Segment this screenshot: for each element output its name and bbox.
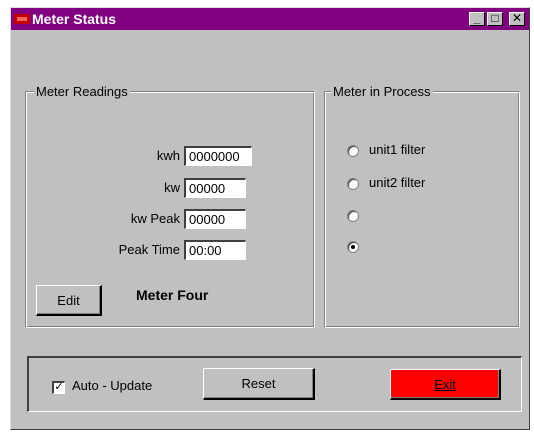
reset-button-label: Reset xyxy=(241,376,276,391)
kw-field[interactable]: 00000 xyxy=(184,178,246,198)
auto-update-checkbox[interactable]: ✓ xyxy=(52,381,65,394)
window-title: Meter Status xyxy=(32,11,117,27)
minimize-button[interactable]: _ xyxy=(469,12,485,26)
peak-time-label: Peak Time xyxy=(118,242,180,257)
kwh-label: kwh xyxy=(156,148,180,163)
edit-button[interactable]: Edit xyxy=(36,285,102,316)
close-button[interactable]: ✕ xyxy=(509,12,525,26)
meter-in-process-group: Meter in Process unit1 filter unit2 filt… xyxy=(324,84,520,328)
meter-status-window: Meter Status _ □ ✕ Meter Readings kwh 00… xyxy=(10,7,530,430)
kw-peak-field[interactable]: 00000 xyxy=(184,209,246,229)
kwh-field[interactable]: 0000000 xyxy=(184,146,252,166)
bottom-panel: ✓ Auto - Update Reset Exit xyxy=(27,356,522,412)
minimize-icon: _ xyxy=(473,11,481,25)
title-bar[interactable]: Meter Status _ □ ✕ xyxy=(11,8,529,30)
app-icon xyxy=(14,14,30,24)
radio-option-3[interactable] xyxy=(347,210,359,222)
close-icon: ✕ xyxy=(511,11,523,25)
radio-unit1-filter[interactable] xyxy=(347,145,359,157)
kw-label: kw xyxy=(164,180,180,195)
reset-button[interactable]: Reset xyxy=(203,368,315,400)
edit-button-label: Edit xyxy=(57,292,80,308)
radio-selected-dot xyxy=(351,245,355,249)
radio-unit2-filter-label: unit2 filter xyxy=(369,175,426,190)
maximize-icon: □ xyxy=(491,11,499,25)
meter-name: Meter Four xyxy=(136,287,209,303)
radio-option-4[interactable] xyxy=(347,241,359,253)
exit-button[interactable]: Exit xyxy=(390,369,501,400)
radio-unit1-filter-label: unit1 filter xyxy=(369,142,426,157)
exit-button-label: Exit xyxy=(434,376,456,392)
radio-unit2-filter[interactable] xyxy=(347,178,359,190)
meter-readings-label: Meter Readings xyxy=(34,84,130,99)
auto-update-label[interactable]: Auto - Update xyxy=(72,378,152,393)
meter-readings-group: Meter Readings kwh 0000000 kw 00000 kw P… xyxy=(25,84,315,328)
maximize-button[interactable]: □ xyxy=(487,12,503,26)
check-icon: ✓ xyxy=(54,381,64,393)
meter-in-process-label: Meter in Process xyxy=(331,84,433,99)
kw-peak-label: kw Peak xyxy=(130,211,180,226)
peak-time-field[interactable]: 00:00 xyxy=(184,240,246,260)
